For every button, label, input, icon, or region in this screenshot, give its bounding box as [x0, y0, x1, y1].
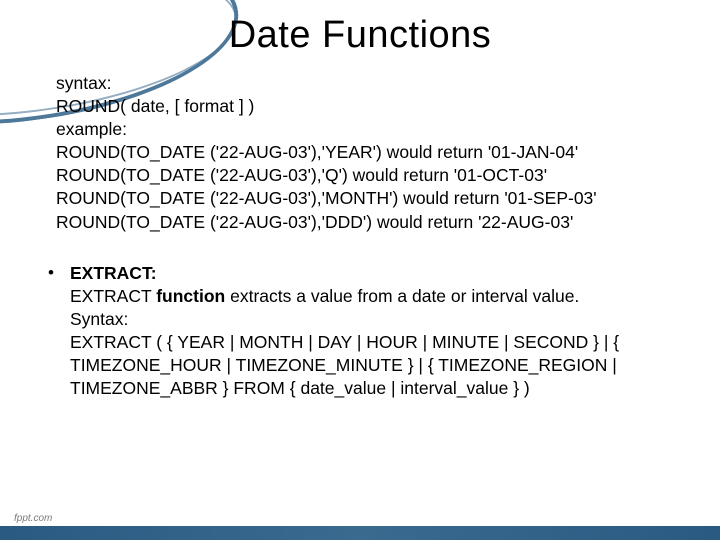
extract-heading: EXTRACT:	[70, 263, 157, 283]
content-area: syntax: ROUND( date, [ format ] ) exampl…	[48, 72, 690, 400]
extract-desc-post: extracts a value from a date or interval…	[225, 286, 579, 306]
round-example-2: ROUND(TO_DATE ('22-AUG-03'),'Q') would r…	[56, 164, 690, 187]
footer-attribution: fppt.com	[14, 513, 52, 524]
round-example-label: example:	[56, 118, 690, 141]
round-example-3: ROUND(TO_DATE ('22-AUG-03'),'MONTH') wou…	[56, 187, 690, 210]
extract-syntax-text: EXTRACT ( { YEAR | MONTH | DAY | HOUR | …	[70, 331, 690, 400]
round-example-4: ROUND(TO_DATE ('22-AUG-03'),'DDD') would…	[56, 211, 690, 234]
bullet-icon: •	[48, 262, 54, 284]
page-title: Date Functions	[0, 14, 720, 57]
footer-bar	[0, 526, 720, 540]
round-section: syntax: ROUND( date, [ format ] ) exampl…	[56, 72, 690, 234]
extract-section: • EXTRACT: EXTRACT function extracts a v…	[48, 262, 690, 401]
round-syntax-label: syntax:	[56, 72, 690, 95]
round-syntax-text: ROUND( date, [ format ] )	[56, 95, 690, 118]
extract-desc-pre: EXTRACT	[70, 286, 156, 306]
extract-syntax-label: Syntax:	[70, 308, 690, 331]
extract-description: EXTRACT function extracts a value from a…	[70, 285, 690, 308]
round-example-1: ROUND(TO_DATE ('22-AUG-03'),'YEAR') woul…	[56, 141, 690, 164]
extract-desc-bold: function	[156, 286, 225, 306]
